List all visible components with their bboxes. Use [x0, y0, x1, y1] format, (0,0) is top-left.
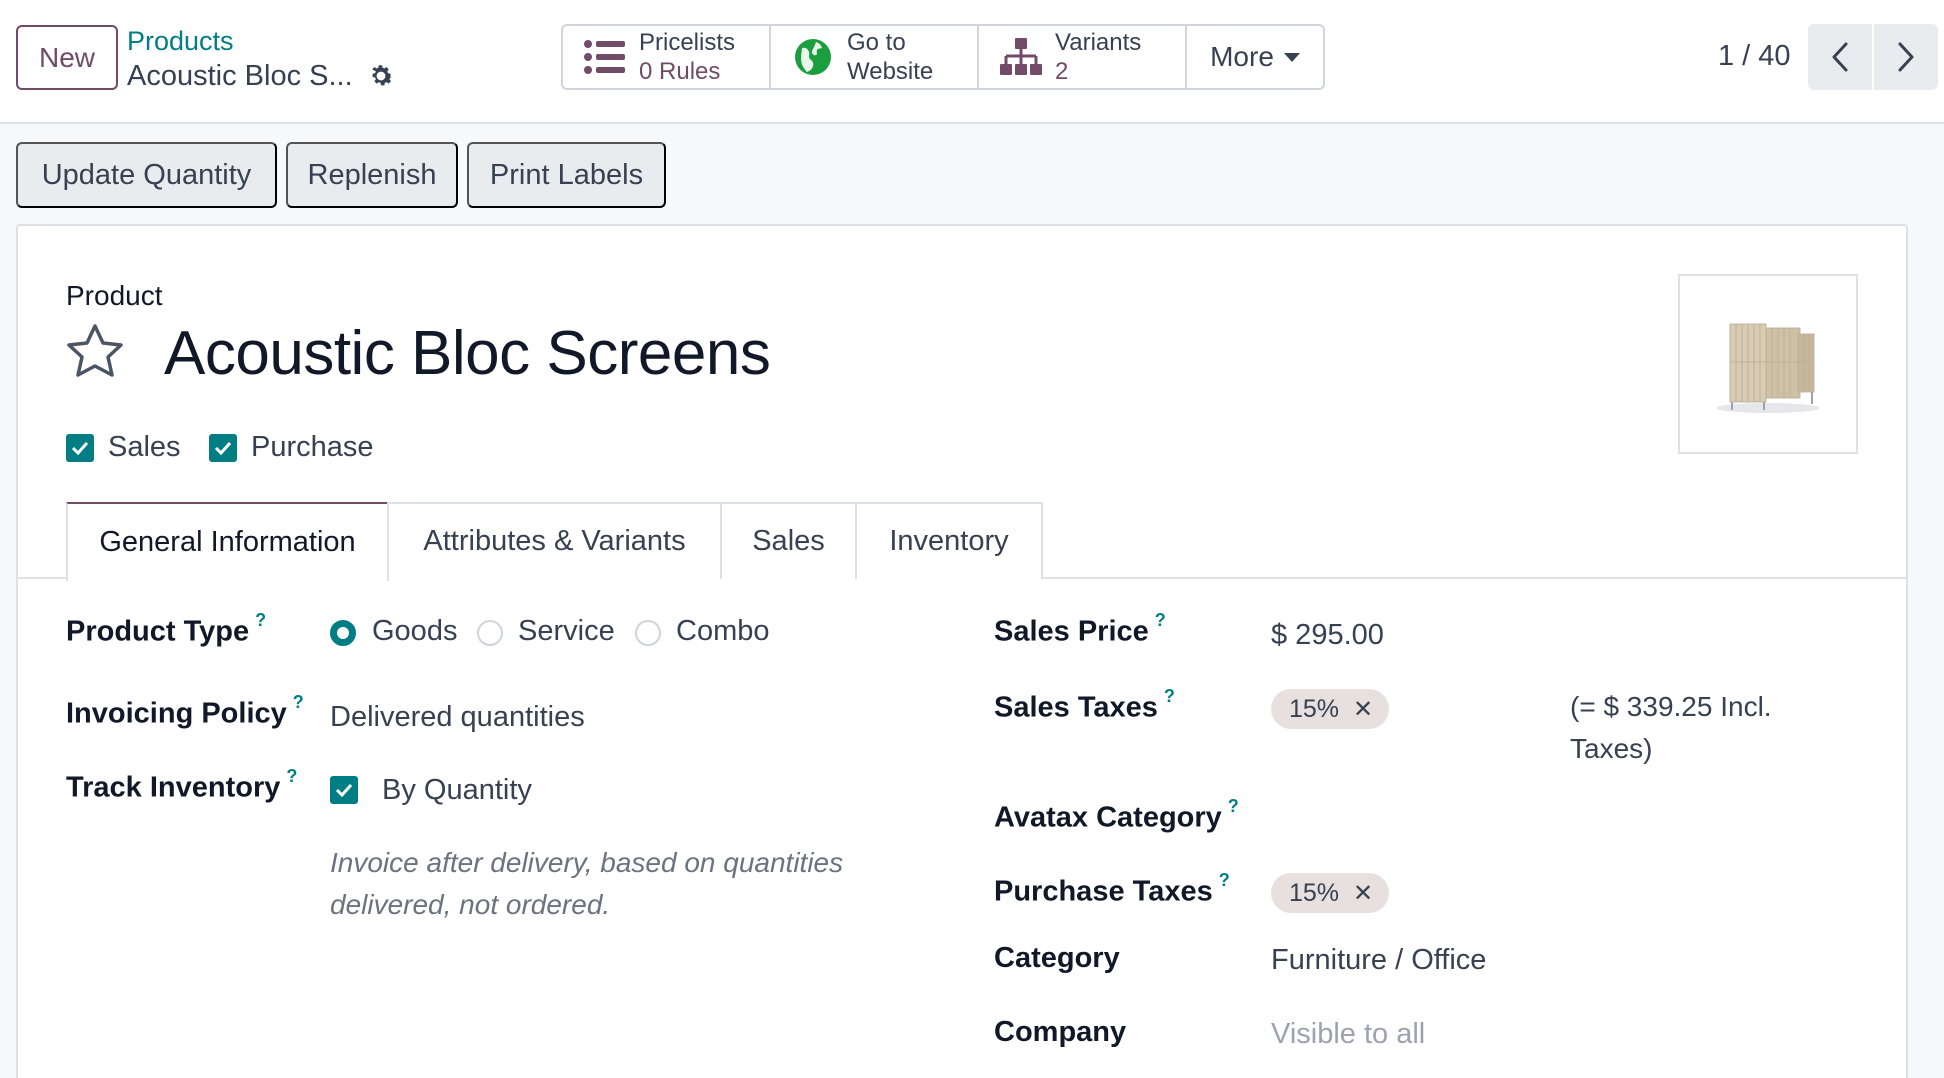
can-be-sold-label[interactable]: Sales — [108, 431, 181, 464]
website-title: Go to — [847, 29, 906, 56]
action-bar: Update Quantity Replenish Print Labels — [0, 124, 1944, 228]
sales-taxes-label: Sales Taxes? — [994, 686, 1175, 725]
purchase-taxes-label-text: Purchase Taxes — [994, 875, 1213, 908]
chevron-right-icon — [1898, 42, 1914, 72]
replenish-button[interactable]: Replenish — [286, 142, 458, 208]
sales-taxes-help-icon[interactable]: ? — [1164, 686, 1175, 706]
smart-buttons: Pricelists 0 Rules Go to Website Variant… — [561, 24, 1325, 90]
acoustic-screen-image — [1716, 323, 1820, 413]
tab-inventory[interactable]: Inventory — [855, 502, 1043, 579]
pricelists-value: 0 Rules — [639, 58, 721, 85]
track-inventory-label: Track Inventory? — [66, 766, 297, 805]
pager-value[interactable]: 1 / 40 — [1718, 40, 1791, 73]
track-inventory-help-icon[interactable]: ? — [286, 766, 297, 786]
pager-next-button[interactable] — [1874, 24, 1938, 90]
invoicing-policy-label: Invoicing Policy? — [66, 692, 304, 731]
purchase-taxes-help-icon[interactable]: ? — [1219, 870, 1230, 890]
can-be-sold-checkbox[interactable] — [66, 434, 94, 462]
product-type-goods-label[interactable]: Goods — [372, 615, 457, 648]
product-section-label: Product — [66, 280, 163, 311]
avatax-category-help-icon[interactable]: ? — [1228, 796, 1239, 816]
product-name-field[interactable]: Acoustic Bloc Screens — [164, 318, 771, 389]
product-image[interactable] — [1678, 274, 1858, 454]
go-to-website-smart-button[interactable]: Go to Website — [771, 26, 979, 88]
update-quantity-button[interactable]: Update Quantity — [16, 142, 277, 208]
sales-tax-tag: 15% ✕ — [1271, 689, 1390, 729]
print-labels-button[interactable]: Print Labels — [467, 142, 666, 208]
product-type-help-icon[interactable]: ? — [255, 610, 266, 630]
purchase-tax-tag: 15% ✕ — [1271, 873, 1390, 913]
product-type-service-radio[interactable] — [477, 620, 503, 646]
favorite-star-icon[interactable] — [64, 322, 126, 382]
sales-price-label-text: Sales Price — [994, 615, 1149, 648]
breadcrumb-products[interactable]: Products — [127, 26, 234, 57]
can-be-purchased-checkbox[interactable] — [209, 434, 237, 462]
invoicing-policy-value[interactable]: Delivered quantities — [330, 701, 585, 734]
pricelists-title: Pricelists — [639, 29, 736, 56]
product-type-goods-radio[interactable] — [330, 620, 356, 646]
category-value[interactable]: Furniture / Office — [1271, 944, 1486, 977]
website-value: Website — [847, 58, 934, 85]
sales-price-value[interactable]: $ 295.00 — [1271, 619, 1384, 652]
can-be-purchased-label[interactable]: Purchase — [251, 431, 374, 464]
tab-general-information[interactable]: General Information — [66, 502, 389, 581]
globe-icon — [791, 37, 835, 77]
track-inventory-label-text: Track Inventory — [66, 771, 281, 804]
left-gutter — [0, 228, 16, 1078]
list-icon — [583, 37, 627, 77]
sales-price-label: Sales Price? — [994, 610, 1166, 649]
product-type-label-text: Product Type — [66, 615, 250, 648]
check-icon — [71, 441, 89, 455]
product-type-combo-radio[interactable] — [635, 620, 661, 646]
check-icon — [335, 783, 353, 797]
product-type-combo-label[interactable]: Combo — [676, 615, 770, 648]
company-label: Company — [994, 1016, 1127, 1048]
sales-tax-tag-label: 15% — [1289, 694, 1340, 723]
purchase-tax-tag-label: 15% — [1289, 878, 1340, 907]
product-type-label: Product Type? — [66, 610, 266, 649]
avatax-category-label-text: Avatax Category — [994, 801, 1222, 834]
track-inventory-value[interactable]: By Quantity — [382, 774, 532, 807]
chevron-left-icon — [1832, 42, 1848, 72]
check-icon — [214, 441, 232, 455]
invoicing-policy-label-text: Invoicing Policy — [66, 697, 287, 730]
pager-previous-button[interactable] — [1808, 24, 1872, 90]
product-type-service-label[interactable]: Service — [518, 615, 615, 648]
variants-smart-button[interactable]: Variants 2 — [979, 26, 1187, 88]
right-gutter — [1908, 228, 1944, 1078]
sitemap-icon — [999, 37, 1043, 77]
sales-price-help-icon[interactable]: ? — [1155, 610, 1166, 630]
more-dropdown[interactable]: More — [1187, 26, 1323, 88]
breadcrumb-current-record: Acoustic Bloc S... — [127, 60, 353, 92]
gear-icon[interactable] — [366, 61, 396, 91]
new-button[interactable]: New — [16, 25, 118, 90]
variants-title: Variants — [1055, 29, 1142, 56]
category-label: Category — [994, 942, 1120, 974]
invoicing-hint: Invoice after delivery, based on quantit… — [330, 847, 844, 920]
more-label: More — [1210, 41, 1274, 72]
pricelists-smart-button[interactable]: Pricelists 0 Rules — [563, 26, 771, 88]
purchase-taxes-label: Purchase Taxes? — [994, 870, 1230, 909]
variants-count: 2 — [1055, 58, 1069, 85]
close-icon[interactable]: ✕ — [1353, 695, 1373, 724]
sales-taxes-label-text: Sales Taxes — [994, 691, 1158, 724]
control-panel: New Products Acoustic Bloc S... Pricelis… — [0, 0, 1944, 124]
close-icon[interactable]: ✕ — [1353, 879, 1373, 908]
company-field[interactable]: Visible to all — [1271, 1018, 1425, 1051]
invoicing-policy-help-icon[interactable]: ? — [293, 692, 304, 712]
track-inventory-checkbox[interactable] — [330, 776, 358, 804]
tab-sales[interactable]: Sales — [720, 502, 857, 579]
caret-down-icon — [1283, 52, 1300, 62]
avatax-category-label: Avatax Category? — [994, 796, 1239, 835]
tax-included-amount: (= $ 339.25 Incl. Taxes) — [1570, 691, 1772, 764]
tab-attributes-variants[interactable]: Attributes & Variants — [387, 502, 722, 579]
